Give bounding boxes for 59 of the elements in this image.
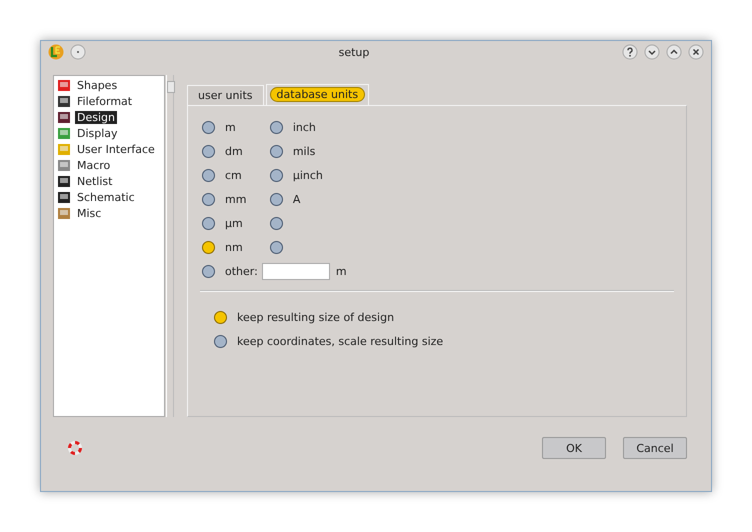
close-icon[interactable] — [688, 44, 704, 60]
category-icon — [56, 173, 72, 189]
category-icon — [56, 109, 72, 125]
minimize-icon[interactable] — [644, 44, 660, 60]
window-title: setup — [338, 46, 370, 58]
category-icon — [56, 77, 72, 93]
radio-button[interactable] — [214, 311, 227, 324]
radio-button[interactable] — [202, 193, 215, 206]
radio-button[interactable] — [214, 335, 227, 348]
unit-label: m — [225, 121, 236, 134]
lifebuoy-icon[interactable] — [67, 440, 83, 456]
other-unit-field[interactable] — [262, 263, 330, 280]
unit-label: other: — [225, 265, 258, 278]
unit-label: µinch — [292, 169, 323, 182]
category-item[interactable]: Schematic — [75, 190, 137, 204]
radio-button[interactable] — [202, 121, 215, 134]
category-item[interactable]: Display — [75, 126, 120, 140]
radio-button[interactable] — [202, 217, 215, 230]
radio-button[interactable] — [202, 169, 215, 182]
unit-label: dm — [225, 145, 243, 158]
category-icon — [56, 125, 72, 141]
unit-label: inch — [292, 121, 316, 134]
radio-button[interactable] — [202, 265, 215, 278]
category-icon — [56, 157, 72, 173]
unit-label: cm — [225, 169, 242, 182]
category-item[interactable]: Fileformat — [75, 94, 134, 108]
category-item[interactable]: Netlist — [75, 174, 114, 188]
category-item[interactable]: Shapes — [75, 78, 120, 92]
category-icon — [56, 141, 72, 157]
radio-button[interactable] — [270, 169, 283, 182]
dialog-button[interactable]: Cancel — [623, 437, 687, 459]
category-item[interactable]: Macro — [75, 158, 112, 172]
unit-label: mils — [292, 145, 316, 158]
option-label: keep resulting size of design — [237, 311, 394, 324]
radio-button[interactable] — [270, 241, 283, 254]
category-icon — [56, 205, 72, 221]
maximize-icon[interactable] — [666, 44, 682, 60]
dialog-button[interactable]: OK — [542, 437, 606, 459]
unit-label: µm — [225, 217, 243, 230]
unit-label: A — [292, 193, 300, 206]
help-icon[interactable] — [622, 44, 638, 60]
tab[interactable]: user units — [187, 85, 264, 104]
radio-button[interactable] — [270, 145, 283, 158]
radio-button[interactable] — [270, 193, 283, 206]
app-logo-icon — [48, 44, 64, 60]
unit-label: nm — [225, 241, 243, 254]
unit-label: mm — [225, 193, 246, 206]
option-label: keep coordinates, scale resulting size — [237, 335, 444, 348]
tab[interactable]: database units — [266, 84, 370, 104]
radio-button[interactable] — [202, 241, 215, 254]
category-item[interactable]: Design — [75, 110, 117, 124]
category-icon — [56, 189, 72, 205]
category-item[interactable]: User Interface — [75, 142, 157, 156]
category-item[interactable]: Misc — [75, 206, 104, 220]
unit-label: m — [336, 265, 347, 278]
radio-button[interactable] — [202, 145, 215, 158]
category-icon — [56, 93, 72, 109]
radio-button[interactable] — [270, 121, 283, 134]
radio-button[interactable] — [270, 217, 283, 230]
